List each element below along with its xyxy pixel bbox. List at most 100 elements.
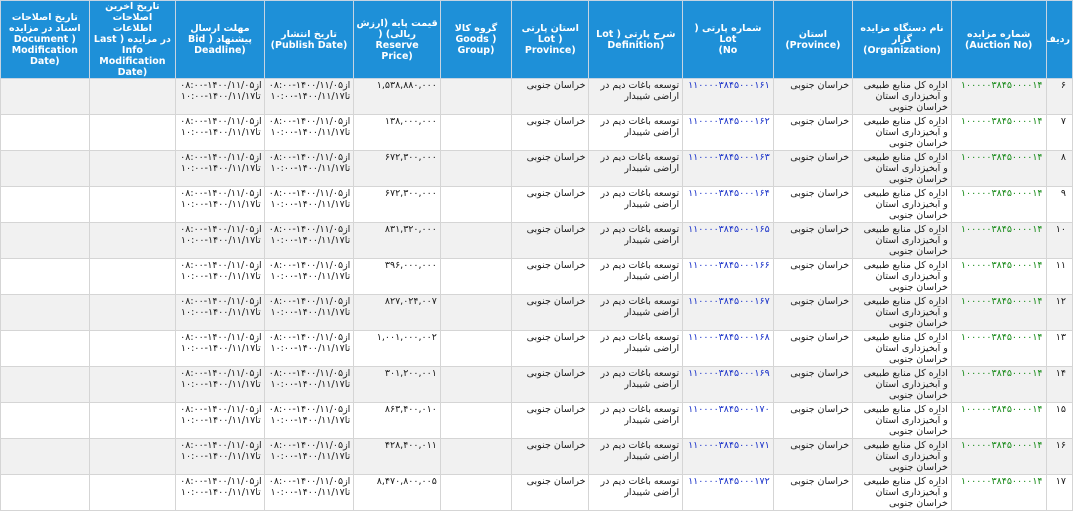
lot-no-link[interactable]: ۱۱۰۰۰۰۳۸۴۵۰۰۰۱۶۹ <box>688 368 770 379</box>
last-info-modification-cell <box>88 330 177 367</box>
lot-definition-cell: توسعه باغات دیم در اراضی شیبدار <box>588 402 684 439</box>
organization-cell: اداره کل منابع طبیعی و آبخیزداری استان خ… <box>852 402 952 439</box>
bid-deadline-cell: از۱۴۰۰/۱۱/۰۵-۰۸:۰۰ تا۱۴۰۰/۱۱/۱۷-۱۰:۰۰ <box>175 474 265 511</box>
table-row[interactable]: ۱۶ ۱۰۰۰۰۰۳۸۴۵۰۰۰۰۱۴ اداره کل منابع طبیعی… <box>0 438 1073 475</box>
table-row[interactable]: ۱۵ ۱۰۰۰۰۰۳۸۴۵۰۰۰۰۱۴ اداره کل منابع طبیعی… <box>0 402 1073 439</box>
document-modification-cell <box>0 222 90 259</box>
table-row[interactable]: ۱۳ ۱۰۰۰۰۰۳۸۴۵۰۰۰۰۱۴ اداره کل منابع طبیعی… <box>0 330 1073 367</box>
lot-province-cell: خراسان جنوبی <box>511 150 590 187</box>
header-goods-group[interactable]: گروه کالا ( Goods (Group <box>439 0 513 79</box>
document-modification-cell <box>0 330 90 367</box>
organization-cell: اداره کل منابع طبیعی و آبخیزداری استان خ… <box>852 294 952 331</box>
header-reserve-price[interactable]: قیمت پایه (ارزش ریالی) ( Reserve (Price <box>353 0 441 79</box>
auction-no-link[interactable]: ۱۰۰۰۰۰۳۸۴۵۰۰۰۰۱۴ <box>961 152 1043 163</box>
auction-no-link[interactable]: ۱۰۰۰۰۰۳۸۴۵۰۰۰۰۱۴ <box>961 260 1043 271</box>
auction-no-cell: ۱۰۰۰۰۰۳۸۴۵۰۰۰۰۱۴ <box>950 150 1047 187</box>
lot-province-cell: خراسان جنوبی <box>511 222 590 259</box>
auction-no-link[interactable]: ۱۰۰۰۰۰۳۸۴۵۰۰۰۰۱۴ <box>961 224 1043 235</box>
publish-date-cell: از۱۴۰۰/۱۱/۰۵-۰۸:۰۰ تا۱۴۰۰/۱۱/۱۷-۱۰:۰۰ <box>263 330 355 367</box>
auction-no-link[interactable]: ۱۰۰۰۰۰۳۸۴۵۰۰۰۰۱۴ <box>961 404 1043 415</box>
province-cell: خراسان جنوبی <box>772 150 854 187</box>
bid-deadline-cell: از۱۴۰۰/۱۱/۰۵-۰۸:۰۰ تا۱۴۰۰/۱۱/۱۷-۱۰:۰۰ <box>175 366 265 403</box>
table-row[interactable]: ۱۰ ۱۰۰۰۰۰۳۸۴۵۰۰۰۰۱۴ اداره کل منابع طبیعی… <box>0 222 1073 259</box>
auction-no-cell: ۱۰۰۰۰۰۳۸۴۵۰۰۰۰۱۴ <box>950 438 1047 475</box>
header-province[interactable]: استان (Province) <box>772 0 854 79</box>
table-row[interactable]: ۶ ۱۰۰۰۰۰۳۸۴۵۰۰۰۰۱۴ اداره کل منابع طبیعی … <box>0 78 1073 115</box>
table-row[interactable]: ۸ ۱۰۰۰۰۰۳۸۴۵۰۰۰۰۱۴ اداره کل منابع طبیعی … <box>0 150 1073 187</box>
lot-no-link[interactable]: ۱۱۰۰۰۰۳۸۴۵۰۰۰۱۶۸ <box>688 332 770 343</box>
lot-province-cell: خراسان جنوبی <box>511 258 590 295</box>
organization-cell: اداره کل منابع طبیعی و آبخیزداری استان خ… <box>852 114 952 151</box>
lot-province-cell: خراسان جنوبی <box>511 294 590 331</box>
lot-no-cell: ۱۱۰۰۰۰۳۸۴۵۰۰۰۱۶۴ <box>682 186 774 223</box>
lot-no-link[interactable]: ۱۱۰۰۰۰۳۸۴۵۰۰۰۱۶۵ <box>688 224 770 235</box>
lot-definition-cell: توسعه باغات دیم در اراضی شیبدار <box>588 150 684 187</box>
publish-date-cell: از۱۴۰۰/۱۱/۰۵-۰۸:۰۰ تا۱۴۰۰/۱۱/۱۷-۱۰:۰۰ <box>263 438 355 475</box>
goods-group-cell <box>439 186 513 223</box>
province-cell: خراسان جنوبی <box>772 186 854 223</box>
row-index: ۱۴ <box>1045 366 1073 403</box>
header-lot-no[interactable]: شماره پارتی ( Lot No) <box>682 0 774 79</box>
row-index: ۱۲ <box>1045 294 1073 331</box>
row-index: ۱۷ <box>1045 474 1073 511</box>
auction-no-cell: ۱۰۰۰۰۰۳۸۴۵۰۰۰۰۱۴ <box>950 366 1047 403</box>
header-document-modification[interactable]: تاریخ اصلاحات اسناد در مزایده ( Document… <box>0 0 90 79</box>
document-modification-cell <box>0 186 90 223</box>
lot-no-link[interactable]: ۱۱۰۰۰۰۳۸۴۵۰۰۰۱۷۲ <box>688 476 770 487</box>
table-row[interactable]: ۱۲ ۱۰۰۰۰۰۳۸۴۵۰۰۰۰۱۴ اداره کل منابع طبیعی… <box>0 294 1073 331</box>
lot-no-cell: ۱۱۰۰۰۰۳۸۴۵۰۰۰۱۶۳ <box>682 150 774 187</box>
organization-cell: اداره کل منابع طبیعی و آبخیزداری استان خ… <box>852 78 952 115</box>
auction-no-link[interactable]: ۱۰۰۰۰۰۳۸۴۵۰۰۰۰۱۴ <box>961 368 1043 379</box>
header-auction-no[interactable]: شماره مزایده (Auction No) <box>950 0 1047 79</box>
table-row[interactable]: ۷ ۱۰۰۰۰۰۳۸۴۵۰۰۰۰۱۴ اداره کل منابع طبیعی … <box>0 114 1073 151</box>
lot-no-link[interactable]: ۱۱۰۰۰۰۳۸۴۵۰۰۰۱۶۷ <box>688 296 770 307</box>
header-organization[interactable]: نام دستگاه مزایده گزار (Organization) <box>852 0 952 79</box>
organization-cell: اداره کل منابع طبیعی و آبخیزداری استان خ… <box>852 474 952 511</box>
lot-no-link[interactable]: ۱۱۰۰۰۰۳۸۴۵۰۰۰۱۷۰ <box>688 404 770 415</box>
auction-no-link[interactable]: ۱۰۰۰۰۰۳۸۴۵۰۰۰۰۱۴ <box>961 80 1043 91</box>
row-index: ۶ <box>1045 78 1073 115</box>
lot-no-cell: ۱۱۰۰۰۰۳۸۴۵۰۰۰۱۶۵ <box>682 222 774 259</box>
lot-no-link[interactable]: ۱۱۰۰۰۰۳۸۴۵۰۰۰۱۶۱ <box>688 80 770 91</box>
lot-no-link[interactable]: ۱۱۰۰۰۰۳۸۴۵۰۰۰۱۶۴ <box>688 188 770 199</box>
auction-no-link[interactable]: ۱۰۰۰۰۰۳۸۴۵۰۰۰۰۱۴ <box>961 296 1043 307</box>
goods-group-cell <box>439 222 513 259</box>
bid-deadline-cell: از۱۴۰۰/۱۱/۰۵-۰۸:۰۰ تا۱۴۰۰/۱۱/۱۷-۱۰:۰۰ <box>175 78 265 115</box>
lot-no-link[interactable]: ۱۱۰۰۰۰۳۸۴۵۰۰۰۱۷۱ <box>688 440 770 451</box>
document-modification-cell <box>0 294 90 331</box>
table-row[interactable]: ۱۷ ۱۰۰۰۰۰۳۸۴۵۰۰۰۰۱۴ اداره کل منابع طبیعی… <box>0 474 1073 511</box>
table-row[interactable]: ۹ ۱۰۰۰۰۰۳۸۴۵۰۰۰۰۱۴ اداره کل منابع طبیعی … <box>0 186 1073 223</box>
header-lot-definition[interactable]: شرح پارتی ( Lot (Definition <box>588 0 684 79</box>
province-cell: خراسان جنوبی <box>772 366 854 403</box>
lot-no-cell: ۱۱۰۰۰۰۳۸۴۵۰۰۰۱۶۹ <box>682 366 774 403</box>
auction-no-link[interactable]: ۱۰۰۰۰۰۳۸۴۵۰۰۰۰۱۴ <box>961 332 1043 343</box>
auction-no-link[interactable]: ۱۰۰۰۰۰۳۸۴۵۰۰۰۰۱۴ <box>961 440 1043 451</box>
organization-cell: اداره کل منابع طبیعی و آبخیزداری استان خ… <box>852 150 952 187</box>
publish-date-cell: از۱۴۰۰/۱۱/۰۵-۰۸:۰۰ تا۱۴۰۰/۱۱/۱۷-۱۰:۰۰ <box>263 186 355 223</box>
last-info-modification-cell <box>88 258 177 295</box>
header-radif[interactable]: ردیف <box>1045 0 1073 79</box>
document-modification-cell <box>0 402 90 439</box>
organization-cell: اداره کل منابع طبیعی و آبخیزداری استان خ… <box>852 258 952 295</box>
lot-province-cell: خراسان جنوبی <box>511 78 590 115</box>
header-last-info-modification[interactable]: تاریخ آخرین اصلاحات اطلاعات در مزایده ( … <box>88 0 177 79</box>
lot-no-cell: ۱۱۰۰۰۰۳۸۴۵۰۰۰۱۶۲ <box>682 114 774 151</box>
document-modification-cell <box>0 78 90 115</box>
auction-no-link[interactable]: ۱۰۰۰۰۰۳۸۴۵۰۰۰۰۱۴ <box>961 188 1043 199</box>
table-header: ردیف شماره مزایده (Auction No) نام دستگا… <box>0 0 1073 79</box>
header-publish-date[interactable]: تاریخ انتشار (Publish Date) <box>263 0 355 79</box>
header-bid-deadline[interactable]: مهلت ارسال پیشنهاد ( Bid (Deadline <box>175 0 265 79</box>
table-row[interactable]: ۱۴ ۱۰۰۰۰۰۳۸۴۵۰۰۰۰۱۴ اداره کل منابع طبیعی… <box>0 366 1073 403</box>
province-cell: خراسان جنوبی <box>772 438 854 475</box>
auction-no-cell: ۱۰۰۰۰۰۳۸۴۵۰۰۰۰۱۴ <box>950 186 1047 223</box>
table-row[interactable]: ۱۱ ۱۰۰۰۰۰۳۸۴۵۰۰۰۰۱۴ اداره کل منابع طبیعی… <box>0 258 1073 295</box>
header-lot-province[interactable]: استان پارتی ( Lot (Province <box>511 0 590 79</box>
province-cell: خراسان جنوبی <box>772 78 854 115</box>
lot-no-link[interactable]: ۱۱۰۰۰۰۳۸۴۵۰۰۰۱۶۶ <box>688 260 770 271</box>
auction-no-cell: ۱۰۰۰۰۰۳۸۴۵۰۰۰۰۱۴ <box>950 114 1047 151</box>
auction-no-link[interactable]: ۱۰۰۰۰۰۳۸۴۵۰۰۰۰۱۴ <box>961 116 1043 127</box>
auction-no-link[interactable]: ۱۰۰۰۰۰۳۸۴۵۰۰۰۰۱۴ <box>961 476 1043 487</box>
lot-no-link[interactable]: ۱۱۰۰۰۰۳۸۴۵۰۰۰۱۶۲ <box>688 116 770 127</box>
lot-no-link[interactable]: ۱۱۰۰۰۰۳۸۴۵۰۰۰۱۶۳ <box>688 152 770 163</box>
lot-definition-cell: توسعه باغات دیم در اراضی شیبدار <box>588 294 684 331</box>
